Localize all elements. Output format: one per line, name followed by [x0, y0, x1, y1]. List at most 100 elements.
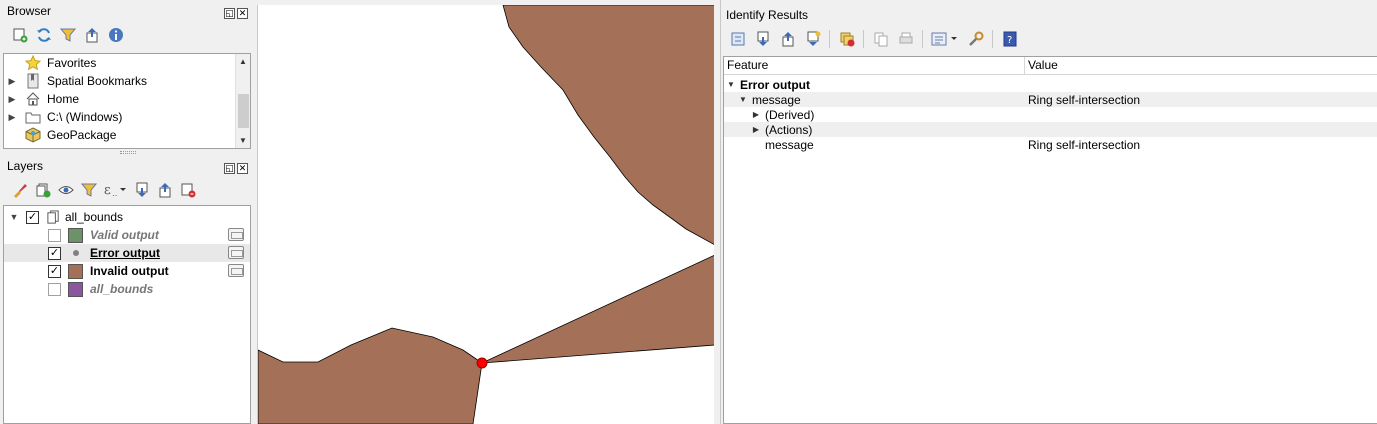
layer-group-row[interactable]: ▼ ✓ all_bounds: [4, 208, 250, 226]
visibility-icon[interactable]: [57, 182, 74, 199]
identify-toolbar: ?: [721, 26, 1377, 52]
error-point-marker[interactable]: [476, 357, 488, 369]
memory-layer-icon[interactable]: [228, 264, 244, 277]
point-symbol-icon: [68, 246, 83, 261]
star-icon: [25, 55, 41, 71]
browser-panel-title: Browser: [7, 4, 52, 18]
tree-item-c-drive[interactable]: ▶ C:\ (Windows): [4, 108, 250, 126]
tree-item-favorites[interactable]: Favorites: [4, 54, 250, 72]
tree-item-geopackage[interactable]: GeoPackage: [4, 126, 250, 144]
collapse-all-icon[interactable]: [83, 27, 100, 44]
expression-filter-icon[interactable]: ε ‥: [103, 182, 127, 199]
scroll-down-icon[interactable]: ▼: [236, 133, 250, 148]
tree-item-label: Favorites: [47, 56, 97, 70]
clear-results-icon[interactable]: [838, 31, 855, 48]
layer-group-label: all_bounds: [65, 210, 124, 224]
close-icon[interactable]: ✕: [237, 163, 248, 174]
float-icon[interactable]: ◱: [224, 163, 235, 174]
layer-checkbox[interactable]: ✓: [48, 246, 61, 260]
refresh-icon[interactable]: [35, 27, 52, 44]
geopackage-icon: [25, 127, 41, 143]
layers-panel-header: Layers ◱ ✕ ε ‥: [0, 155, 252, 203]
add-group-icon[interactable]: [34, 182, 51, 199]
info-icon[interactable]: [107, 27, 124, 44]
tree-item-home[interactable]: ▶ Home: [4, 90, 250, 108]
expand-all-icon[interactable]: [133, 182, 150, 199]
result-row[interactable]: ▼ message Ring self-intersection: [724, 92, 1377, 107]
result-row[interactable]: ▼ Error output: [724, 77, 1377, 92]
tree-item-label: C:\ (Windows): [47, 110, 123, 124]
result-value: Ring self-intersection: [1028, 137, 1141, 152]
float-icon[interactable]: ◱: [224, 8, 235, 19]
scroll-up-icon[interactable]: ▲: [236, 54, 250, 69]
result-row[interactable]: ▶ (Derived): [724, 107, 1377, 122]
chevron-right-icon[interactable]: ▶: [751, 110, 761, 119]
result-feature-label: message: [752, 92, 801, 107]
layer-row-error-output[interactable]: ✓ Error output: [4, 244, 250, 262]
style-panel-icon[interactable]: [11, 182, 28, 199]
browser-scrollbar[interactable]: ▲ ▼: [235, 54, 250, 148]
invalid-polygon-upper[interactable]: [502, 5, 714, 245]
result-attribute-label: message: [765, 137, 814, 152]
polygon-symbol-icon: [68, 263, 83, 279]
identify-panel-title: Identify Results: [726, 8, 809, 22]
filter-legend-icon[interactable]: [80, 182, 97, 199]
chevron-right-icon[interactable]: ▶: [751, 125, 761, 134]
splitter-handle[interactable]: [120, 151, 136, 154]
toolbar-separator: [992, 30, 993, 48]
column-header-value[interactable]: Value: [1025, 57, 1377, 75]
left-dock: Browser ◱ ✕ Favorites ▶ Spatial Bookmark…: [0, 0, 252, 424]
close-icon[interactable]: ✕: [237, 8, 248, 19]
result-actions-label: (Actions): [765, 122, 813, 137]
tree-item-label: GeoPackage: [47, 128, 117, 142]
layer-row-invalid-output[interactable]: ✓ Invalid output: [4, 262, 250, 280]
browser-toolbar: [0, 22, 252, 48]
group-checkbox[interactable]: ✓: [26, 210, 39, 224]
memory-layer-icon[interactable]: [228, 246, 244, 259]
help-icon[interactable]: ?: [1001, 31, 1018, 48]
chevron-right-icon[interactable]: ▶: [7, 76, 17, 87]
add-selected-layers-icon[interactable]: [11, 27, 28, 44]
settings-wrench-icon[interactable]: [967, 31, 984, 48]
layer-checkbox[interactable]: [48, 282, 61, 296]
polygon-symbol-icon: [68, 281, 83, 297]
layer-row-all-bounds[interactable]: all_bounds: [4, 280, 250, 298]
table-header: Feature Value: [724, 57, 1377, 75]
layer-checkbox[interactable]: [48, 228, 61, 242]
print-icon[interactable]: [897, 31, 914, 48]
invalid-polygon-wedge[interactable]: [481, 255, 714, 364]
column-header-feature[interactable]: Feature: [724, 57, 1025, 75]
identify-mode-icon[interactable]: [931, 31, 959, 48]
svg-text:?: ?: [1007, 35, 1012, 46]
expand-new-results-icon[interactable]: [804, 31, 821, 48]
layer-row-valid-output[interactable]: Valid output: [4, 226, 250, 244]
chevron-down-icon[interactable]: ▼: [726, 80, 736, 89]
invalid-polygon-lower[interactable]: [258, 327, 483, 424]
layer-checkbox[interactable]: ✓: [48, 264, 61, 278]
toolbar-separator: [922, 30, 923, 48]
collapse-all-icon[interactable]: [156, 182, 173, 199]
folder-icon: [25, 109, 41, 125]
bookmark-icon: [25, 73, 41, 89]
tree-item-spatial-bookmarks[interactable]: ▶ Spatial Bookmarks: [4, 72, 250, 90]
collapse-all-icon[interactable]: [779, 31, 796, 48]
browser-tree[interactable]: Favorites ▶ Spatial Bookmarks ▶ Home ▶ C…: [3, 53, 251, 149]
chevron-right-icon[interactable]: ▶: [7, 112, 17, 123]
expand-tree-icon[interactable]: [729, 31, 746, 48]
expand-all-icon[interactable]: [754, 31, 771, 48]
identify-results-panel: Identify Results ? Feature Value ▼ Error…: [720, 0, 1377, 424]
layers-tree[interactable]: ▼ ✓ all_bounds Valid output ✓ Error outp…: [3, 205, 251, 424]
map-canvas[interactable]: [257, 5, 714, 424]
result-row[interactable]: message Ring self-intersection: [724, 137, 1377, 152]
copy-feature-icon[interactable]: [872, 31, 889, 48]
chevron-right-icon[interactable]: ▶: [7, 94, 17, 105]
identify-results-tree[interactable]: Feature Value ▼ Error output ▼ message R…: [723, 56, 1377, 424]
chevron-down-icon[interactable]: ▼: [9, 212, 19, 222]
filter-icon[interactable]: [59, 27, 76, 44]
result-row[interactable]: ▶ (Actions): [724, 122, 1377, 137]
scroll-thumb[interactable]: [238, 94, 249, 128]
remove-layer-icon[interactable]: [179, 182, 196, 199]
chevron-down-icon[interactable]: ▼: [738, 95, 748, 104]
memory-layer-icon[interactable]: [228, 228, 244, 241]
browser-panel-controls: ◱ ✕: [224, 8, 248, 19]
